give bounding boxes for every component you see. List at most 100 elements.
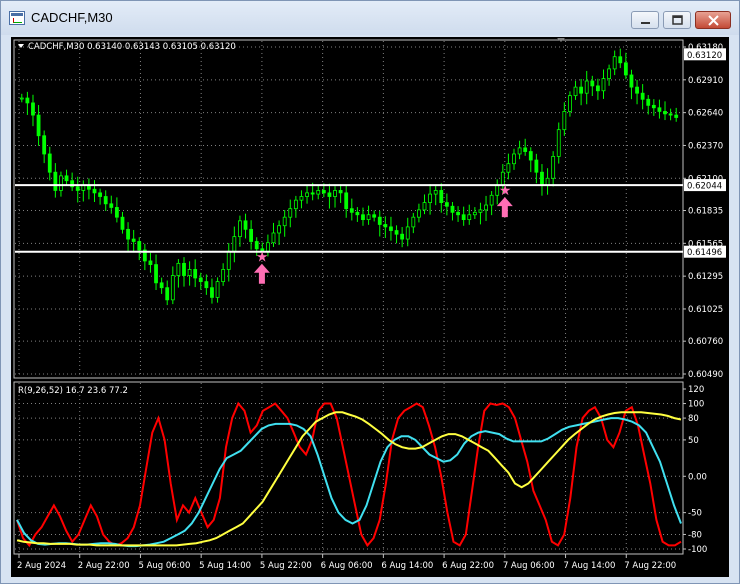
candle-body (433, 190, 438, 195)
level-price-label: 0.61496 (687, 248, 722, 258)
candle-body (484, 204, 488, 211)
candle-body (417, 209, 421, 218)
candle-body (327, 192, 332, 197)
time-axis: 2 Aug 2024 2 Aug 22:00 5 Aug 06:00 5 Aug 14… (17, 554, 676, 571)
candle-body (344, 192, 349, 210)
candle-body (131, 238, 136, 242)
candle-body (109, 203, 114, 208)
candle-body (310, 192, 315, 195)
candle-body (428, 193, 433, 203)
indicator-header-text: R(9,26,52) 16.7 23.6 77.2 (18, 386, 128, 396)
candle-body (456, 211, 460, 216)
candle-body (366, 214, 371, 221)
time-tick-label: 5 Aug 22:00 (260, 561, 312, 571)
candle-body (506, 163, 511, 173)
candle-body (316, 190, 321, 195)
candle-body (87, 185, 91, 190)
close-icon (708, 15, 719, 26)
candle-body (478, 209, 483, 213)
price-header: CADCHF,M30 0.63140 0.63143 0.63105 0.631… (18, 42, 236, 52)
candle-body (646, 98, 651, 106)
candle-body (305, 192, 309, 197)
indicator-tick-label: -50 (688, 509, 702, 519)
indicator-grid (15, 383, 682, 553)
indicator-tick-label: 50 (688, 436, 699, 446)
candle-body (19, 97, 24, 100)
candle-body (249, 228, 254, 242)
candle-body (568, 95, 572, 112)
candle-body (523, 147, 528, 152)
candle-body (215, 281, 220, 298)
candle-body (148, 260, 153, 265)
price-tick-label: 0.61025 (688, 305, 723, 315)
candle-body (254, 241, 259, 250)
window-title: CADCHF,M30 (31, 10, 113, 25)
title-bar[interactable]: CADCHF,M30 (1, 1, 739, 35)
current-price-label: 0.63120 (687, 51, 722, 61)
candle-body (170, 275, 175, 301)
candle-body (355, 211, 360, 216)
price-tick-label: 0.61835 (688, 207, 723, 217)
candle-body (590, 80, 595, 87)
indicator-axis: 120 100 80 50 0.00 -50 -80 -100 (683, 385, 707, 555)
star-marker-icon: ★ (499, 183, 512, 199)
candle-body (288, 208, 293, 218)
candle-body (154, 264, 158, 284)
candle-body (243, 220, 248, 230)
close-button[interactable] (695, 11, 731, 29)
candle-body (182, 262, 186, 276)
star-marker-icon: ★ (256, 250, 269, 266)
chart-area[interactable]: ★ ★ 0.631800.629100.626400.623700.621000.… (11, 37, 729, 577)
candle-body (210, 287, 214, 298)
candle-body (489, 194, 494, 206)
candle-body (372, 214, 377, 218)
candle-body (540, 171, 544, 186)
minimize-icon (641, 22, 650, 24)
candle-body (618, 56, 623, 64)
candle-body (321, 190, 326, 194)
candle-body (98, 192, 103, 197)
candle-body (361, 214, 365, 221)
level-price-label: 0.62044 (687, 182, 722, 192)
candle-body (607, 68, 611, 80)
candle-body (573, 86, 578, 97)
window-app-icon (9, 11, 25, 25)
candle-body (81, 185, 86, 191)
candle-body (159, 282, 164, 289)
candle-body (59, 175, 63, 191)
candle-body (635, 86, 639, 94)
chart-canvas[interactable]: ★ ★ 0.631800.629100.626400.623700.621000.… (11, 37, 729, 577)
candle-body (114, 207, 119, 218)
level-lines (15, 184, 683, 253)
candle-body (422, 202, 427, 211)
candle-body (668, 113, 673, 116)
candle-body (198, 277, 203, 283)
candle-body (640, 92, 645, 100)
time-tick-label: 6 Aug 22:00 (442, 561, 494, 571)
candle-body (31, 102, 35, 116)
indicator-tick-label: 80 (688, 414, 699, 424)
candle-body (103, 196, 108, 205)
candle-body (389, 226, 393, 231)
candle-body (663, 111, 667, 115)
candle-body (277, 225, 281, 234)
candle-series (19, 48, 679, 306)
candle-body (47, 153, 52, 173)
candle-body (226, 250, 231, 270)
indicator-tick-label: -100 (688, 545, 707, 555)
time-tick-label: 7 Aug 14:00 (564, 561, 616, 571)
candle-body (472, 211, 477, 216)
candle-body (674, 114, 679, 118)
time-tick-label: 5 Aug 06:00 (138, 561, 190, 571)
candle-body (165, 287, 170, 301)
indicator-lines (16, 401, 682, 548)
candle-body (411, 216, 416, 228)
price-axis: 0.631800.629100.626400.623700.621000.618… (683, 43, 726, 380)
minimize-button[interactable] (631, 11, 659, 29)
maximize-button[interactable] (663, 11, 691, 29)
candle-body (238, 220, 242, 238)
candle-body (461, 214, 466, 221)
candle-body (562, 111, 567, 131)
candle-body (394, 230, 399, 235)
candle-body (126, 228, 130, 240)
